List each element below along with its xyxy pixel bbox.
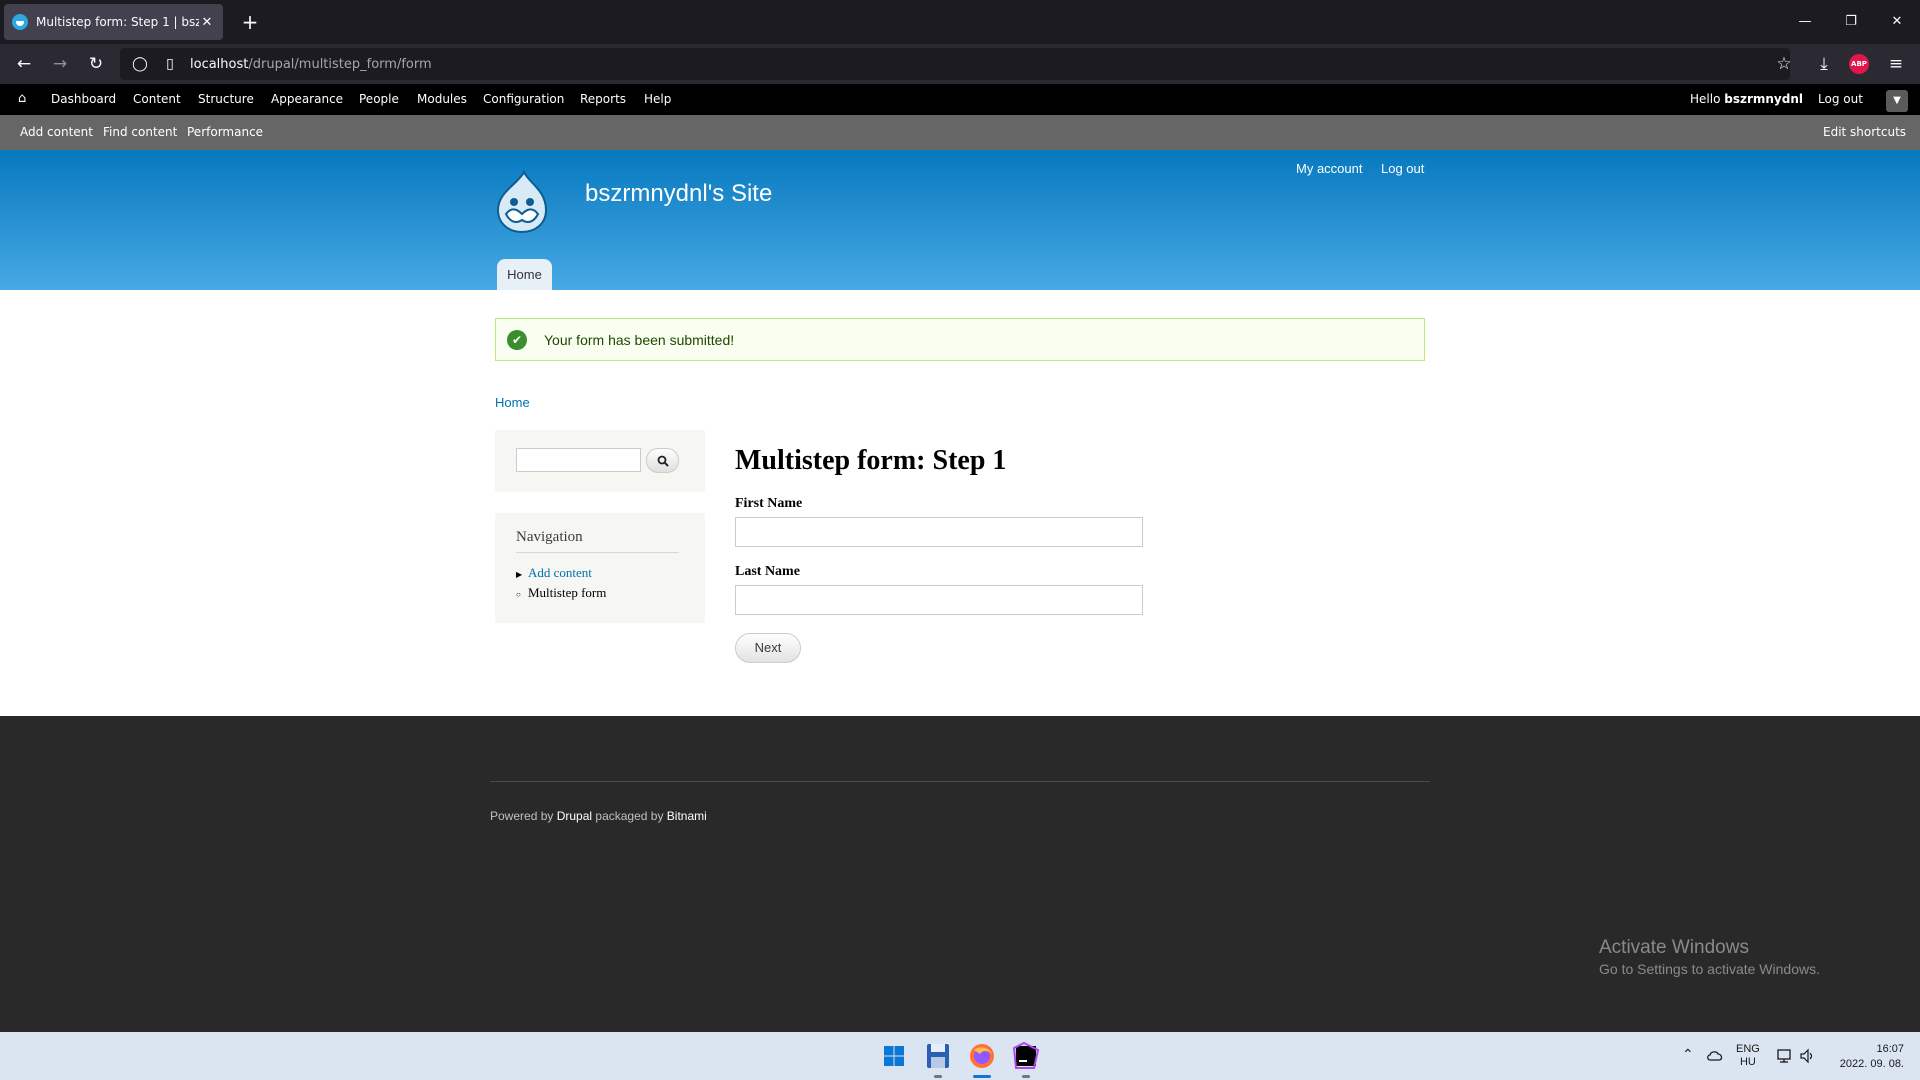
- shortcut-add-content[interactable]: Add content: [20, 115, 93, 150]
- site-footer: [0, 716, 1920, 1032]
- volume-icon[interactable]: [1799, 1048, 1815, 1064]
- home-icon[interactable]: ⌂: [18, 92, 32, 106]
- toolbar-username[interactable]: bszrmnydnl: [1724, 92, 1803, 106]
- firefox-icon[interactable]: [966, 1040, 998, 1072]
- close-window-icon[interactable]: ✕: [1874, 0, 1920, 44]
- collapsed-arrow-icon: ▶: [516, 570, 523, 579]
- input-language-indicator[interactable]: ENG HU: [1736, 1043, 1760, 1069]
- shortcut-performance[interactable]: Performance: [187, 115, 263, 150]
- clock-time: 16:07: [1876, 1043, 1904, 1055]
- search-input[interactable]: [516, 448, 641, 472]
- new-tab-button[interactable]: +: [236, 8, 264, 36]
- clock[interactable]: 16:07 2022. 09. 08.: [1830, 1042, 1904, 1072]
- url-text[interactable]: localhost/drupal/multistep_form/form: [190, 57, 432, 72]
- edit-shortcuts-link[interactable]: Edit shortcuts: [1823, 115, 1906, 150]
- search-block: [495, 430, 705, 492]
- shield-icon[interactable]: ◯: [130, 56, 150, 72]
- activate-windows-subtitle: Go to Settings to activate Windows.: [1599, 961, 1820, 977]
- toolbar-logout[interactable]: Log out: [1818, 84, 1863, 115]
- chevron-down-icon[interactable]: ▼: [1886, 90, 1908, 112]
- activate-windows-title: Activate Windows: [1599, 937, 1749, 958]
- first-name-input[interactable]: [735, 517, 1143, 547]
- toolbar-dashboard[interactable]: Dashboard: [51, 84, 116, 115]
- next-button[interactable]: Next: [735, 633, 801, 663]
- active-app-indicator: [973, 1075, 991, 1078]
- browser-tab[interactable]: Multistep form: Step 1 | bszrmnydnl's Si…: [4, 4, 223, 40]
- browser-tab-bar: Multistep form: Step 1 | bszrmnydnl's Si…: [0, 0, 1920, 44]
- main-menu-home-tab[interactable]: Home: [497, 259, 552, 290]
- site-name[interactable]: bszrmnydnl's Site: [585, 180, 772, 208]
- header-logout-link[interactable]: Log out: [1381, 161, 1424, 176]
- status-message: ✔ Your form has been submitted!: [495, 318, 1425, 361]
- reload-icon[interactable]: ↻: [82, 50, 110, 78]
- nav-item-multistep-form[interactable]: ○ Multistep form: [516, 585, 606, 601]
- app-running-indicator: [934, 1075, 942, 1078]
- back-icon[interactable]: ←: [10, 50, 38, 78]
- shortcut-find-content[interactable]: Find content: [103, 115, 177, 150]
- activate-windows-watermark: Activate Windows Go to Settings to activ…: [1599, 937, 1820, 977]
- forward-icon[interactable]: →: [46, 50, 74, 78]
- toolbar-reports[interactable]: Reports: [580, 84, 626, 115]
- restore-icon[interactable]: ❐: [1828, 0, 1874, 44]
- nav-item-add-content[interactable]: ▶ Add content: [516, 565, 592, 581]
- navigation-title: Navigation: [516, 529, 679, 553]
- powered-by: Powered by Drupal packaged by Bitnami: [490, 809, 707, 823]
- minimize-icon[interactable]: —: [1782, 0, 1828, 44]
- footer-divider: [490, 781, 1430, 782]
- drupal-link[interactable]: Drupal: [557, 809, 592, 823]
- last-name-input[interactable]: [735, 585, 1143, 615]
- search-icon: [657, 455, 669, 467]
- status-message-text: Your form has been submitted!: [544, 331, 735, 348]
- address-bar[interactable]: ◯ ▯ localhost/drupal/multistep_form/form: [120, 48, 1790, 80]
- toolbar-content[interactable]: Content: [133, 84, 181, 115]
- drupal-logo-icon[interactable]: [494, 170, 550, 234]
- bitnami-link[interactable]: Bitnami: [667, 809, 707, 823]
- show-hidden-icons-chevron-icon[interactable]: ⌃: [1682, 1046, 1694, 1063]
- floppy-disk-icon[interactable]: [922, 1040, 954, 1072]
- clock-date: 2022. 09. 08.: [1839, 1058, 1904, 1070]
- page-icon: ▯: [166, 56, 174, 72]
- toolbar-modules[interactable]: Modules: [417, 84, 467, 115]
- windows-taskbar: ⌃ ENG HU 16:07 2022. 09. 08.: [0, 1032, 1920, 1080]
- my-account-link[interactable]: My account: [1296, 161, 1362, 176]
- tab-title: Multistep form: Step 1 | bszrmnydnl's Si…: [36, 15, 199, 29]
- onedrive-cloud-icon[interactable]: [1706, 1048, 1724, 1062]
- toolbar-greeting: Hello bszrmnydnl: [1690, 92, 1803, 106]
- toolbar-appearance[interactable]: Appearance: [271, 84, 343, 115]
- checkmark-icon: ✔: [507, 329, 527, 350]
- toolbar-configuration[interactable]: Configuration: [483, 84, 564, 115]
- adblock-icon[interactable]: ABP: [1849, 54, 1869, 74]
- windows-start-icon[interactable]: [878, 1040, 910, 1072]
- app-running-indicator: [1022, 1075, 1030, 1078]
- bookmark-star-icon[interactable]: ☆: [1770, 50, 1798, 78]
- toolbar-structure[interactable]: Structure: [198, 84, 254, 115]
- last-name-label: Last Name: [735, 564, 800, 579]
- first-name-label: First Name: [735, 496, 803, 511]
- phpstorm-icon[interactable]: [1010, 1040, 1042, 1072]
- toolbar-people[interactable]: People: [359, 84, 399, 115]
- circle-bullet-icon: ○: [516, 590, 521, 599]
- downloads-icon[interactable]: ⤓: [1810, 50, 1838, 78]
- shortcuts-bar: Add content Find content Performance Edi…: [0, 115, 1920, 150]
- breadcrumb-home[interactable]: Home: [495, 395, 530, 410]
- admin-toolbar: ⌂ Dashboard Content Structure Appearance…: [0, 84, 1920, 115]
- close-tab-icon[interactable]: ✕: [199, 15, 215, 30]
- network-icon[interactable]: [1776, 1048, 1794, 1064]
- hamburger-menu-icon[interactable]: ≡: [1882, 50, 1910, 78]
- browser-nav-bar: ← → ↻ ◯ ▯ localhost/drupal/multistep_for…: [0, 44, 1920, 84]
- page-title: Multistep form: Step 1: [735, 445, 1007, 476]
- search-button[interactable]: [646, 448, 679, 473]
- toolbar-help[interactable]: Help: [644, 84, 671, 115]
- navigation-block: Navigation ▶ Add content ○ Multistep form: [495, 513, 705, 623]
- site-header: [0, 150, 1920, 290]
- drupal-favicon-icon: [12, 14, 28, 30]
